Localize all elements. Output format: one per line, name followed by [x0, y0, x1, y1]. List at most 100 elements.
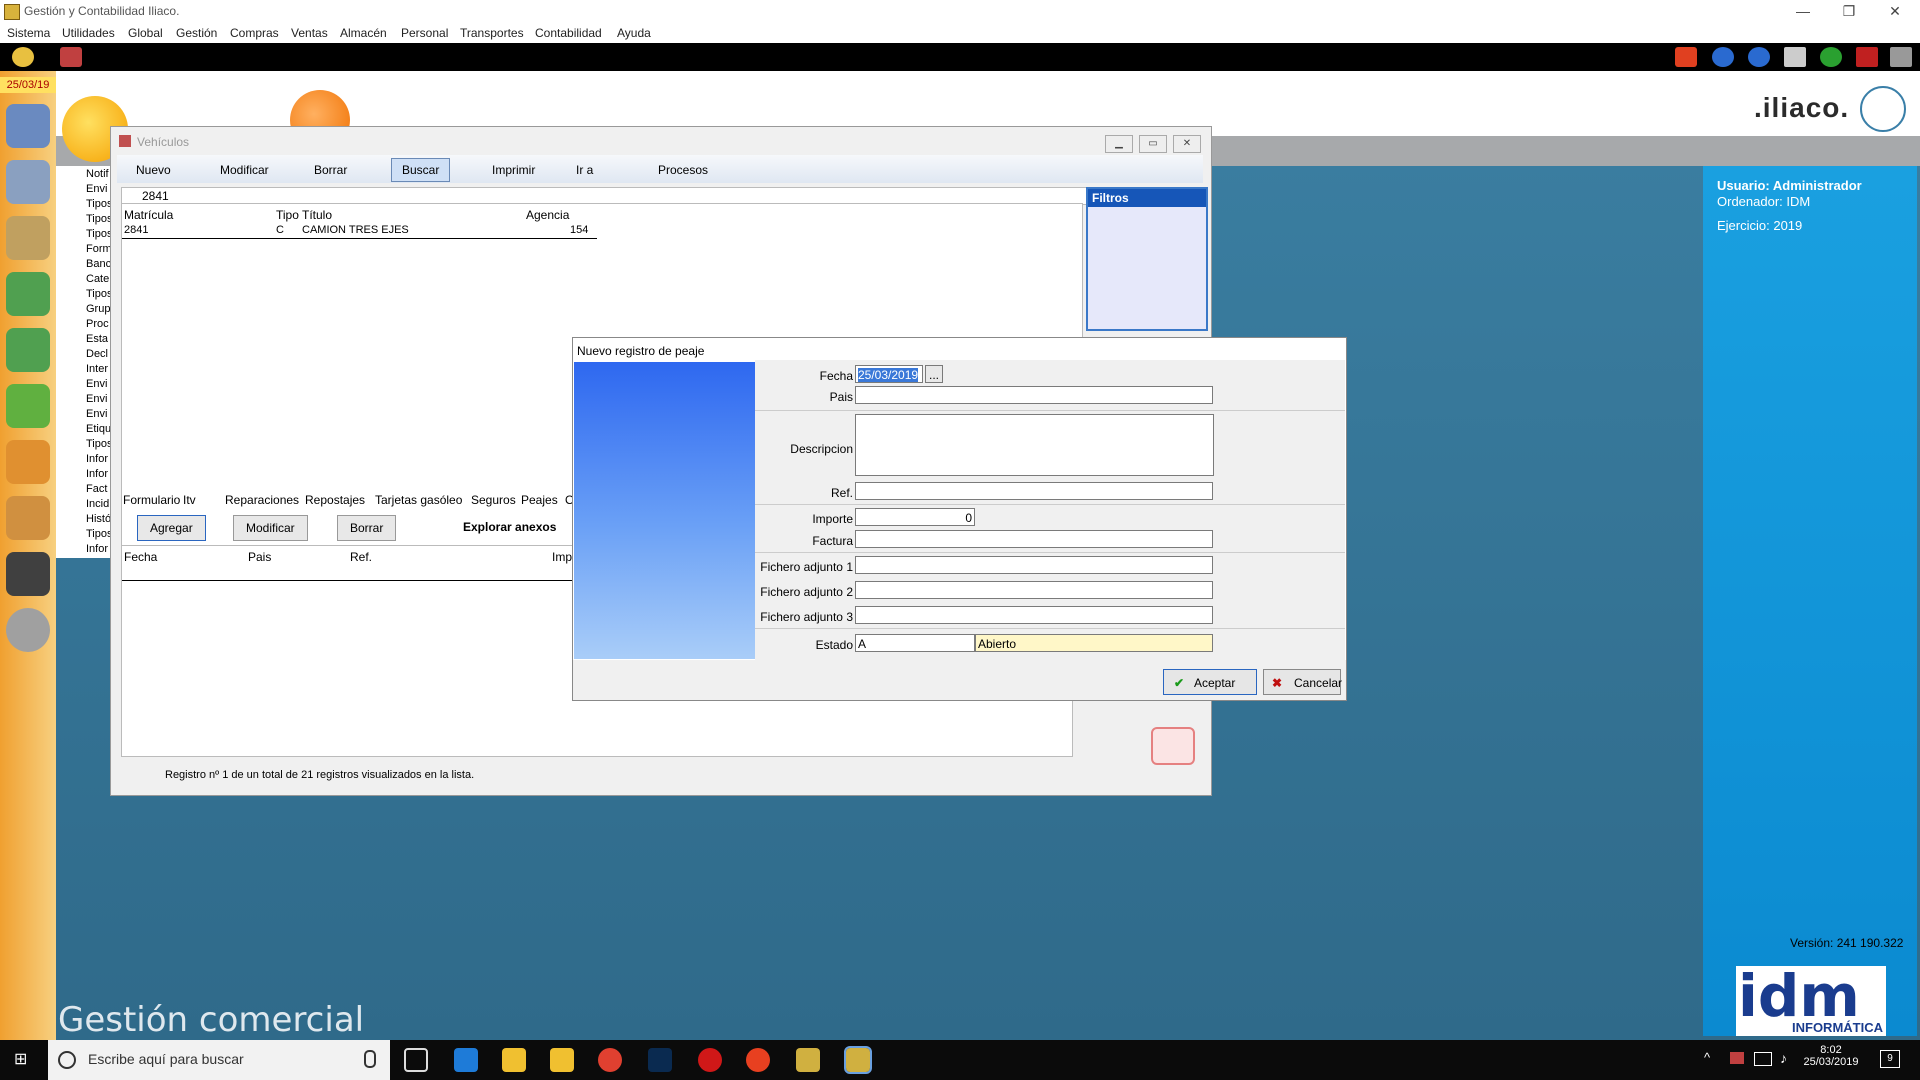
pais-input[interactable] — [855, 386, 1213, 404]
procesos-button[interactable]: Procesos — [647, 158, 719, 182]
menu-gestion[interactable]: Gestión — [176, 26, 217, 40]
bag-icon[interactable] — [6, 496, 50, 540]
media-app-icon[interactable] — [746, 1048, 770, 1072]
menu-personal[interactable]: Personal — [401, 26, 448, 40]
explorar-anexos-button[interactable]: Explorar anexos — [451, 515, 568, 539]
modificar-button[interactable]: Modificar — [209, 158, 280, 182]
app-shortcut-icon[interactable] — [60, 47, 82, 67]
file-explorer-icon[interactable] — [550, 1048, 574, 1072]
tab-tarjetas-gasoleo[interactable]: Tarjetas gasóleo — [375, 493, 462, 507]
tab-repostajes[interactable]: Repostajes — [305, 493, 365, 507]
help-icon[interactable] — [1820, 47, 1842, 67]
col-titulo[interactable]: Título — [302, 208, 332, 222]
side-menu-item[interactable]: Grup — [86, 303, 110, 315]
modificar-peaje-button[interactable]: Modificar — [233, 515, 308, 541]
tray-app-icon[interactable] — [1730, 1052, 1744, 1064]
minimize-button[interactable]: — — [1780, 0, 1826, 23]
fecha-picker-button[interactable]: ... — [925, 365, 943, 383]
side-menu-item[interactable]: Histó — [86, 513, 111, 525]
windows-start-icon[interactable]: ⊞ — [14, 1051, 32, 1069]
cancelar-button[interactable]: ✖ Cancelar — [1263, 669, 1342, 695]
close-window-icon[interactable] — [1856, 47, 1878, 67]
box-icon[interactable] — [6, 384, 50, 428]
chrome-icon[interactable] — [598, 1048, 622, 1072]
side-menu-item[interactable]: Tipos — [86, 198, 113, 210]
factura-input[interactable] — [855, 530, 1213, 548]
users-group-icon[interactable] — [6, 104, 50, 148]
adjunto2-input[interactable] — [855, 581, 1213, 599]
side-menu-item[interactable]: Tipos — [86, 213, 113, 225]
iliaco-app-icon[interactable] — [796, 1048, 820, 1072]
side-menu-item[interactable]: Envi — [86, 393, 107, 405]
settings-disc-icon[interactable] — [6, 608, 50, 652]
maximize-button[interactable]: ❐ — [1826, 0, 1872, 23]
side-menu-item[interactable]: Tipos — [86, 288, 113, 300]
tab-formulario[interactable]: Formulario — [123, 493, 180, 507]
peajes-col-ref[interactable]: Ref. — [350, 550, 372, 564]
forward-arrow-icon[interactable] — [1748, 47, 1770, 67]
agregar-button[interactable]: Agregar — [137, 515, 206, 541]
back-arrow-icon[interactable] — [1712, 47, 1734, 67]
side-menu-item[interactable]: Envi — [86, 378, 107, 390]
imprimir-button[interactable]: Imprimir — [481, 158, 546, 182]
network-icon[interactable] — [1754, 1052, 1772, 1066]
side-menu-item[interactable]: Inter — [86, 363, 108, 375]
menu-compras[interactable]: Compras — [230, 26, 279, 40]
side-menu-item[interactable]: Tipos — [86, 528, 113, 540]
mail-app-icon[interactable] — [502, 1048, 526, 1072]
window-list-icon[interactable] — [1784, 47, 1806, 67]
row-tipo[interactable]: C — [276, 224, 284, 236]
descripcion-textarea[interactable] — [855, 414, 1214, 476]
adjunto1-input[interactable] — [855, 556, 1213, 574]
side-menu-item[interactable]: Tipos — [86, 228, 113, 240]
microphone-icon[interactable] — [364, 1050, 376, 1068]
tab-seguros[interactable]: Seguros — [471, 493, 516, 507]
letter-a-icon[interactable] — [6, 272, 50, 316]
side-menu-item[interactable]: Proc — [86, 318, 109, 330]
side-menu-item[interactable]: Envi — [86, 183, 107, 195]
side-menu-item[interactable]: Notif — [86, 168, 109, 180]
ref-input[interactable] — [855, 482, 1213, 500]
borrar-button[interactable]: Borrar — [303, 158, 358, 182]
edge-icon[interactable] — [454, 1048, 478, 1072]
side-menu-item[interactable]: Infor — [86, 543, 108, 555]
side-menu-item[interactable]: Envi — [86, 408, 107, 420]
menu-ayuda[interactable]: Ayuda — [617, 26, 651, 40]
vehiculos-minimize-button[interactable]: ▁ — [1105, 135, 1133, 153]
importe-input[interactable]: 0 — [855, 508, 975, 526]
notifications-icon[interactable]: 9 — [1880, 1050, 1900, 1068]
menu-transportes[interactable]: Transportes — [460, 26, 524, 40]
side-menu-item[interactable]: Etiqu — [86, 423, 111, 435]
side-menu-item[interactable]: Tipos — [86, 438, 113, 450]
side-menu-item[interactable]: Infor — [86, 468, 108, 480]
nuevo-button[interactable]: Nuevo — [125, 158, 182, 182]
ledger-icon[interactable] — [6, 552, 50, 596]
ir-a-button[interactable]: Ir a — [565, 158, 604, 182]
row-agencia[interactable]: 154 — [570, 224, 588, 236]
fc-icon[interactable] — [6, 440, 50, 484]
col-matricula[interactable]: Matrícula — [124, 208, 173, 222]
side-menu-item[interactable]: Esta — [86, 333, 108, 345]
fecha-input[interactable]: 25/03/2019 — [855, 365, 923, 383]
menu-contabilidad[interactable]: Contabilidad — [535, 26, 602, 40]
taskbar-search-box[interactable]: Escribe aquí para buscar — [48, 1040, 390, 1080]
side-menu-item[interactable]: Cate — [86, 273, 109, 285]
iliaco-active-icon[interactable] — [844, 1046, 872, 1074]
col-agencia[interactable]: Agencia — [526, 208, 569, 222]
side-menu-item[interactable]: Banc — [86, 258, 111, 270]
peajes-col-fecha[interactable]: Fecha — [124, 550, 157, 564]
menu-almacen[interactable]: Almacén — [340, 26, 387, 40]
photoshop-icon[interactable] — [648, 1048, 672, 1072]
side-menu-item[interactable]: Infor — [86, 453, 108, 465]
tray-chevron-icon[interactable]: ^ — [1704, 1050, 1710, 1065]
peajes-col-pais[interactable]: Pais — [248, 550, 271, 564]
side-menu-item[interactable]: Fact — [86, 483, 107, 495]
side-menu-item[interactable]: Incid — [86, 498, 109, 510]
adjunto3-input[interactable] — [855, 606, 1213, 624]
task-view-icon[interactable] — [404, 1048, 428, 1072]
row-matricula[interactable]: 2841 — [124, 224, 148, 236]
estado-code-input[interactable]: A — [855, 634, 975, 652]
volume-icon[interactable]: ♪ — [1780, 1050, 1787, 1066]
taskbar-clock[interactable]: 8:02 25/03/2019 — [1796, 1044, 1866, 1068]
col-tipo[interactable]: Tipo — [276, 208, 299, 222]
